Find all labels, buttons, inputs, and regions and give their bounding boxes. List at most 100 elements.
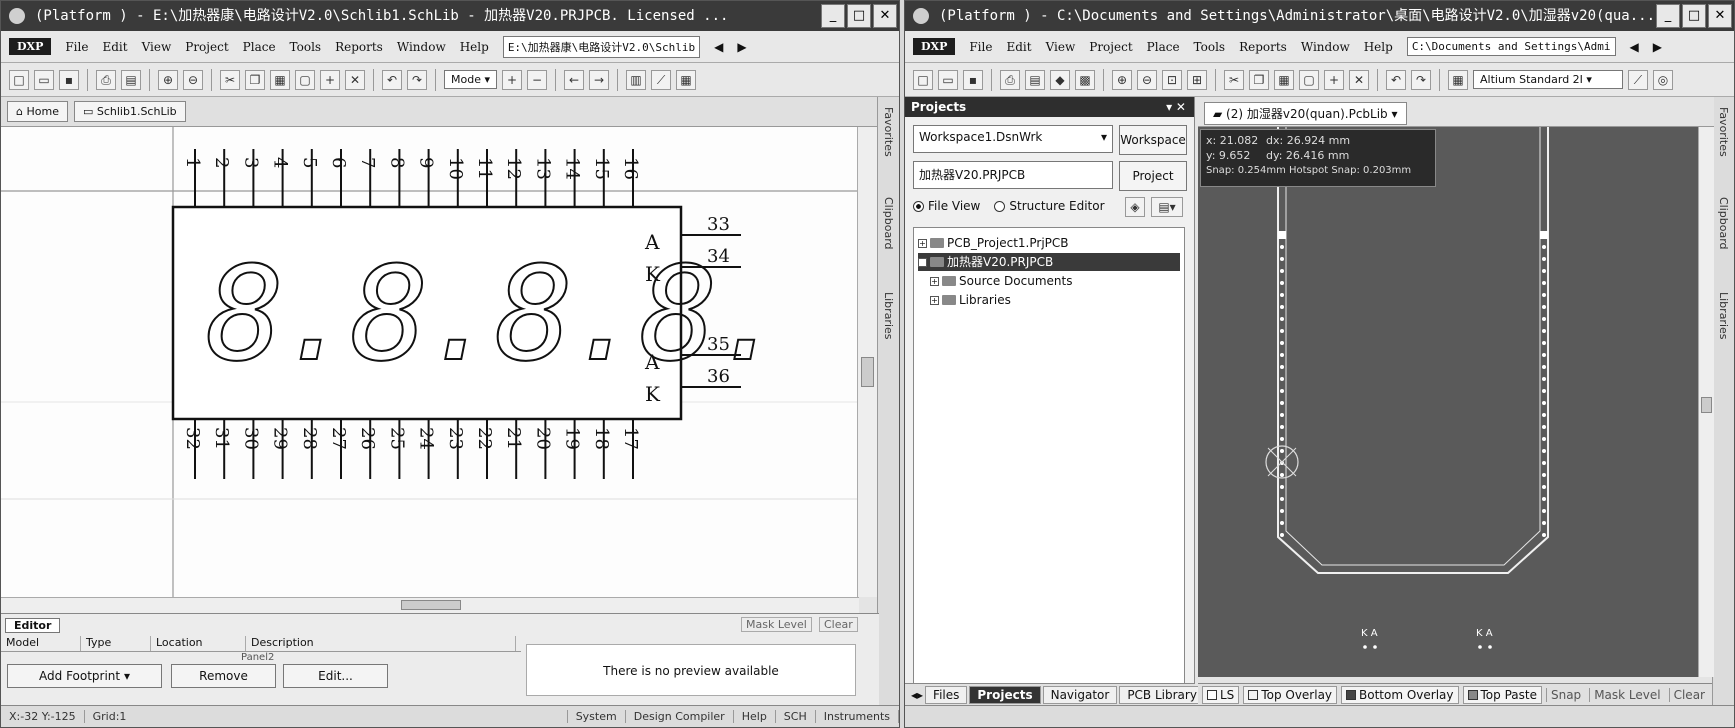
tab-scroll-icon[interactable]: ◂▸: [911, 688, 923, 702]
home-button[interactable]: ⌂ Home: [7, 101, 68, 122]
libraries-tab[interactable]: Libraries: [1717, 292, 1730, 340]
zoom-in-icon[interactable]: ⊕: [1112, 69, 1132, 90]
menu-place[interactable]: Place: [243, 40, 276, 54]
cut-icon[interactable]: ✂: [1224, 69, 1244, 90]
arrow-right-icon[interactable]: →: [589, 69, 610, 90]
expand-icon[interactable]: +: [930, 276, 939, 286]
pcb-canvas[interactable]: K A K A x: 21.082 dx: 26.924 mm y: 9.652 dy…: [1198, 127, 1698, 677]
clipboard-tab[interactable]: Clipboard: [882, 197, 895, 250]
close-button[interactable]: ✕: [873, 4, 897, 28]
move-icon[interactable]: +: [320, 69, 340, 90]
clear-button[interactable]: Clear: [819, 617, 858, 632]
close-button[interactable]: ✕: [1708, 4, 1732, 28]
maximize-button[interactable]: □: [1682, 4, 1706, 28]
minimize-button[interactable]: _: [1656, 4, 1680, 28]
cut-icon[interactable]: ✂: [220, 69, 240, 90]
undo-icon[interactable]: ↶: [1386, 69, 1406, 90]
document-menu-icon[interactable]: ▤▾: [1151, 197, 1183, 217]
expand-icon[interactable]: −: [918, 257, 927, 267]
favorites-tab[interactable]: Favorites: [1717, 107, 1730, 157]
copy-icon[interactable]: ❐: [1249, 69, 1269, 90]
status-help[interactable]: Help: [734, 710, 776, 723]
add-icon[interactable]: +: [502, 69, 523, 90]
menu-window[interactable]: Window: [397, 40, 446, 54]
expand-icon[interactable]: +: [918, 238, 927, 248]
print-icon[interactable]: ⎙: [96, 69, 116, 90]
remove-button[interactable]: Remove: [171, 664, 276, 688]
workspace-button[interactable]: Workspace: [1119, 125, 1187, 155]
tree-item[interactable]: + PCB_Project1.PrjPCB: [918, 234, 1069, 252]
deselect-icon[interactable]: ✕: [1349, 69, 1369, 90]
paste-icon[interactable]: ▦: [1274, 69, 1294, 90]
redo-icon[interactable]: ↷: [407, 69, 427, 90]
zoom-in-icon[interactable]: ⊕: [158, 69, 178, 90]
path-box[interactable]: E:\加热器康\电路设计V2.0\Schlib: [502, 35, 701, 58]
mode-dropdown[interactable]: Mode ▾: [444, 70, 498, 89]
undo-icon[interactable]: ↶: [382, 69, 402, 90]
layer-tab[interactable]: Top Overlay: [1243, 685, 1338, 704]
maximize-button[interactable]: □: [847, 4, 871, 28]
menu-project[interactable]: Project: [1089, 40, 1132, 54]
layer-set-dropdown[interactable]: Altium Standard 2I ▾: [1473, 70, 1623, 89]
layer-tool-mask-level[interactable]: Mask Level: [1589, 687, 1664, 702]
vertical-scrollbar[interactable]: [857, 127, 877, 597]
h-scroll-thumb[interactable]: [401, 600, 461, 610]
status-instruments[interactable]: Instruments: [816, 710, 899, 723]
filter-icon[interactable]: ▥: [626, 69, 647, 90]
copy-icon[interactable]: ❐: [245, 69, 265, 90]
schematic-canvas[interactable]: 1 2 3 4 5 6 7 8 9 10 11 12 13 14 15 16 32 31 30 29 28 27 26 25 2…: [1, 127, 859, 597]
line-icon[interactable]: ⟋: [1628, 69, 1648, 90]
libraries-tab[interactable]: Libraries: [882, 292, 895, 340]
tab-pcb-library[interactable]: PCB Library: [1119, 685, 1205, 704]
remove-icon[interactable]: −: [527, 69, 548, 90]
tab-navigator[interactable]: Navigator: [1042, 685, 1118, 704]
nav-forward-icon[interactable]: ▶: [737, 40, 746, 54]
grid-icon[interactable]: ▦: [1448, 69, 1468, 90]
menu-help[interactable]: Help: [460, 40, 489, 54]
editor-tab[interactable]: Editor: [5, 617, 61, 633]
tab-projects[interactable]: Projects: [969, 685, 1041, 704]
tree-item[interactable]: + Source Documents: [930, 272, 1072, 290]
menu-view[interactable]: View: [142, 40, 172, 54]
zoom-fit-icon[interactable]: ⊡: [1162, 69, 1182, 90]
project-options-icon[interactable]: ◈: [1125, 197, 1145, 217]
status-system[interactable]: System: [568, 710, 626, 723]
select-icon[interactable]: ▢: [1299, 69, 1319, 90]
menu-file[interactable]: File: [969, 40, 992, 54]
horizontal-scrollbar[interactable]: [1, 597, 859, 613]
paste-icon[interactable]: ▦: [270, 69, 290, 90]
path-box[interactable]: C:\Documents and Settings\Admi: [1406, 37, 1616, 56]
layer-tool-clear[interactable]: Clear: [1668, 687, 1709, 702]
panel-close-icon[interactable]: ▾ ✕: [1166, 97, 1186, 117]
project-field[interactable]: 加热器V20.PRJPCB: [913, 161, 1113, 189]
open-icon[interactable]: ▭: [34, 69, 54, 90]
arrow-left-icon[interactable]: ←: [564, 69, 585, 90]
minimize-button[interactable]: _: [821, 4, 845, 28]
grid-icon[interactable]: ▦: [676, 69, 697, 90]
menu-window[interactable]: Window: [1301, 40, 1350, 54]
column-model[interactable]: Model: [1, 636, 81, 651]
deselect-icon[interactable]: ✕: [345, 69, 365, 90]
file-view-radio[interactable]: [913, 200, 924, 212]
scroll-thumb[interactable]: [1701, 397, 1712, 413]
preview-icon[interactable]: ▤: [121, 69, 141, 90]
document-tab[interactable]: ▭ Schlib1.SchLib: [73, 101, 186, 122]
status-sch[interactable]: SCH: [776, 710, 816, 723]
move-icon[interactable]: +: [1324, 69, 1344, 90]
expand-icon[interactable]: +: [930, 295, 939, 305]
menu-file[interactable]: File: [65, 40, 88, 54]
menu-reports[interactable]: Reports: [1239, 40, 1287, 54]
menu-project[interactable]: Project: [185, 40, 228, 54]
zoom-out-icon[interactable]: ⊖: [183, 69, 203, 90]
layer-tab[interactable]: Bottom Overlay: [1341, 685, 1459, 704]
clipboard-tab[interactable]: Clipboard: [1717, 197, 1730, 250]
menu-tools[interactable]: Tools: [1194, 40, 1226, 54]
dxp-menu[interactable]: DXP: [913, 38, 956, 55]
column-type[interactable]: Type: [81, 636, 151, 651]
dxp-menu[interactable]: DXP: [9, 38, 52, 55]
preview-icon[interactable]: ▤: [1025, 69, 1045, 90]
redo-icon[interactable]: ↷: [1411, 69, 1431, 90]
layer-tab[interactable]: LS: [1202, 685, 1240, 704]
save-icon[interactable]: ▪: [59, 69, 79, 90]
menu-edit[interactable]: Edit: [1006, 40, 1031, 54]
